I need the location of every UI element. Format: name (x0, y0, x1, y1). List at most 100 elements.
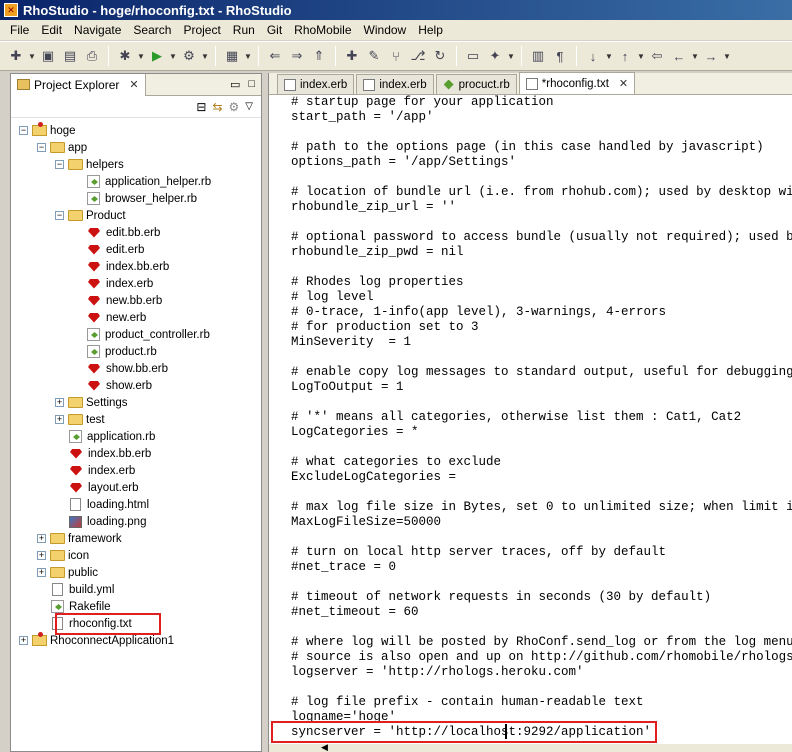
tree-node[interactable]: index.erb (55, 462, 135, 479)
menu-search[interactable]: Search (127, 23, 177, 37)
tree-node[interactable]: + framework (37, 530, 122, 547)
expand-icon[interactable]: + (55, 398, 64, 407)
horizontal-scrollbar[interactable]: ◀ (269, 742, 792, 752)
link-with-editor-icon[interactable]: ⇆ (212, 100, 222, 114)
tree-node[interactable]: − hoge (19, 122, 76, 139)
menu-run[interactable]: Run (227, 23, 261, 37)
maximize-icon[interactable]: □ (248, 78, 255, 91)
menu-window[interactable]: Window (358, 23, 413, 37)
collapse-icon[interactable]: − (55, 211, 64, 220)
menu-help[interactable]: Help (412, 23, 449, 37)
next-annotation-dropdown-icon[interactable]: ▼ (605, 52, 613, 61)
menu-git[interactable]: Git (261, 23, 288, 37)
close-icon[interactable]: ✕ (619, 77, 628, 90)
tab-project-explorer[interactable]: Project Explorer ✕ (11, 73, 146, 96)
tree-node[interactable]: + test (55, 411, 105, 428)
back-dropdown-icon[interactable]: ▼ (691, 52, 699, 61)
next-annotation-icon[interactable]: ↓ (583, 46, 603, 66)
tree-node[interactable]: build.yml (37, 581, 114, 598)
menu-edit[interactable]: Edit (35, 23, 68, 37)
git-sync-icon[interactable]: ↻ (430, 46, 450, 66)
prev-annotation-dropdown-icon[interactable]: ▼ (637, 52, 645, 61)
editor-tab[interactable]: procuct.rb (435, 74, 517, 94)
open-folder-icon[interactable]: ▭ (463, 46, 483, 66)
tree-node[interactable]: browser_helper.rb (73, 190, 197, 207)
external-tools-icon[interactable]: ⚙ (179, 46, 199, 66)
close-icon[interactable]: ✕ (129, 78, 138, 91)
external-tools-dropdown-icon[interactable]: ▼ (201, 52, 209, 61)
tree-node[interactable]: layout.erb (55, 479, 139, 496)
tree-node[interactable]: + public (37, 564, 98, 581)
tree-node[interactable]: product_controller.rb (73, 326, 210, 343)
view-menu-icon[interactable]: ▽ (245, 101, 253, 112)
forward-dropdown-icon[interactable]: ▼ (723, 52, 731, 61)
expand-icon[interactable]: + (37, 568, 46, 577)
open-type-icon[interactable]: ▦ (222, 46, 242, 66)
git-push-icon[interactable]: ⇑ (309, 46, 329, 66)
git-fetch-icon[interactable]: ⇐ (265, 46, 285, 66)
tree-node[interactable]: − Product (55, 207, 126, 224)
prev-annotation-icon[interactable]: ↑ (615, 46, 635, 66)
code-line: # enable copy log messages to standard o… (291, 365, 792, 379)
open-type-dropdown-icon[interactable]: ▼ (244, 52, 252, 61)
tree-node[interactable]: + icon (37, 547, 89, 564)
tree-node[interactable]: index.bb.erb (73, 258, 169, 275)
filter-icon[interactable]: ⚙ (229, 100, 240, 114)
tree-node[interactable]: − app (37, 139, 87, 156)
tree-node[interactable]: new.bb.erb (73, 292, 162, 309)
toggle-block-icon[interactable]: ▥ (528, 46, 548, 66)
tree-node[interactable]: loading.html (55, 496, 149, 513)
tree-node[interactable]: application.rb (55, 428, 155, 445)
save-icon[interactable]: ▣ (38, 46, 58, 66)
tree-node[interactable]: loading.png (55, 513, 146, 530)
menu-project[interactable]: Project (177, 23, 226, 37)
collapse-icon[interactable]: − (19, 126, 28, 135)
expand-icon[interactable]: + (37, 551, 46, 560)
menu-rhomobile[interactable]: RhoMobile (288, 23, 357, 37)
tree-node[interactable]: show.erb (73, 377, 152, 394)
tree-node[interactable]: new.erb (73, 309, 146, 326)
run-dropdown-icon[interactable]: ▼ (169, 52, 177, 61)
git-branch-icon[interactable]: ⑂ (386, 46, 406, 66)
debug-icon[interactable]: ✱ (115, 46, 135, 66)
tree-node[interactable]: − helpers (55, 156, 124, 173)
collapse-icon[interactable]: − (37, 143, 46, 152)
tree-node[interactable]: edit.erb (73, 241, 144, 258)
run-icon[interactable]: ▶ (147, 46, 167, 66)
wand-dropdown-icon[interactable]: ▼ (507, 52, 515, 61)
code-area[interactable]: # startup page for your application start… (291, 95, 792, 745)
minimize-icon[interactable]: ▭ (230, 78, 240, 91)
tree-node[interactable]: edit.bb.erb (73, 224, 160, 241)
save-all-icon[interactable]: ▤ (60, 46, 80, 66)
tree-node[interactable]: application_helper.rb (73, 173, 211, 190)
collapse-icon[interactable]: − (55, 160, 64, 169)
expand-icon[interactable]: + (19, 636, 28, 645)
scroll-left-icon[interactable]: ◀ (321, 742, 328, 752)
collapse-all-icon[interactable]: ⊟ (196, 100, 206, 114)
forward-icon[interactable]: → (701, 46, 721, 66)
editor-tab[interactable]: index.erb (277, 74, 355, 94)
git-commit-icon[interactable]: ✎ (364, 46, 384, 66)
tree-node[interactable]: index.bb.erb (55, 445, 151, 462)
show-whitespace-icon[interactable]: ¶ (550, 46, 570, 66)
new-dropdown-icon[interactable]: ▼ (28, 52, 36, 61)
menu-file[interactable]: File (4, 23, 35, 37)
tree-node[interactable]: index.erb (73, 275, 153, 292)
expand-icon[interactable]: + (55, 415, 64, 424)
back-icon[interactable]: ← (669, 46, 689, 66)
tree-node[interactable]: + Settings (55, 394, 128, 411)
expand-icon[interactable]: + (37, 534, 46, 543)
last-edit-icon[interactable]: ⇦ (647, 46, 667, 66)
editor-tab[interactable]: *rhoconfig.txt ✕ (518, 72, 636, 94)
editor-tab[interactable]: index.erb (356, 74, 434, 94)
menu-navigate[interactable]: Navigate (68, 23, 127, 37)
git-add-icon[interactable]: ✚ (342, 46, 362, 66)
print-icon[interactable]: ⎙ (82, 46, 102, 66)
debug-dropdown-icon[interactable]: ▼ (137, 52, 145, 61)
git-pull-icon[interactable]: ⇒ (287, 46, 307, 66)
tree-node[interactable]: show.bb.erb (73, 360, 168, 377)
new-icon[interactable]: ✚ (6, 46, 26, 66)
wand-icon[interactable]: ✦ (485, 46, 505, 66)
git-merge-icon[interactable]: ⎇ (408, 46, 428, 66)
tree-node[interactable]: product.rb (73, 343, 157, 360)
